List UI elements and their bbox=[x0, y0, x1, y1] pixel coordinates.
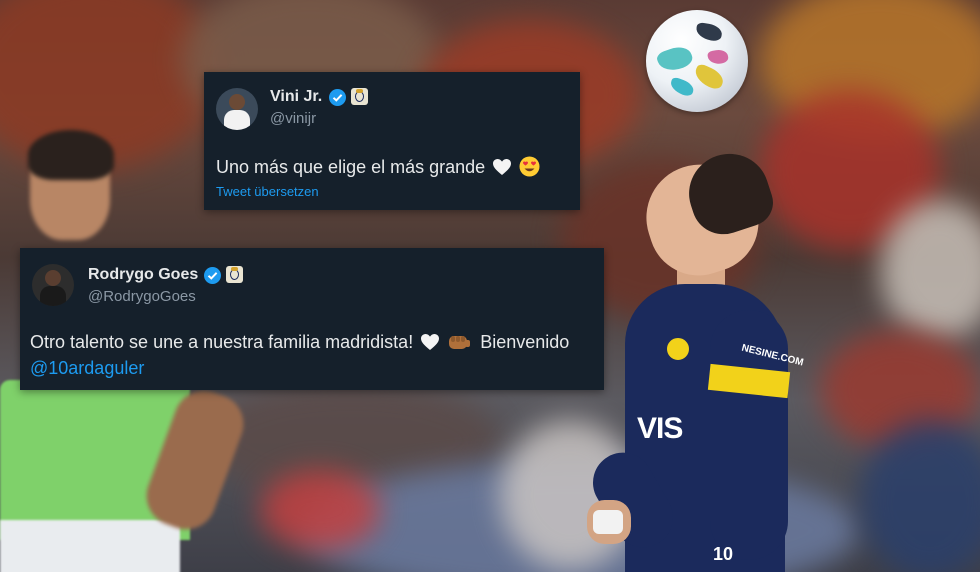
club-crest-icon bbox=[665, 336, 691, 362]
left-player-shorts bbox=[0, 520, 180, 572]
football bbox=[646, 10, 748, 112]
heart-eyes-icon bbox=[519, 156, 540, 182]
left-player-hair bbox=[28, 130, 114, 180]
tweet-card-rodrygo: Rodrygo Goes @RodrygoGoes Otro talento s… bbox=[20, 248, 604, 390]
crowd-blur bbox=[260, 470, 380, 550]
shirt-number: 10 bbox=[713, 544, 734, 564]
fist-bump-icon bbox=[447, 332, 471, 357]
tweet-text-content: Otro talento se une a nuestra familia ma… bbox=[30, 332, 414, 352]
tweet-text-suffix: Bienvenido bbox=[480, 332, 570, 352]
real-madrid-crest-icon bbox=[351, 88, 368, 105]
main-player: NESINE.COM VIS 10 bbox=[582, 143, 805, 572]
tweet-text: Uno más que elige el más grande bbox=[216, 156, 540, 182]
mention-link[interactable]: @10ardaguler bbox=[30, 358, 144, 379]
user-handle[interactable]: @vinijr bbox=[270, 110, 316, 127]
shirt-text: VIS bbox=[637, 412, 683, 445]
tweet-text: Otro talento se une a nuestra familia ma… bbox=[30, 332, 569, 357]
wrist-tape bbox=[593, 510, 623, 534]
tweet-card-vini: Vini Jr. @vinijr Uno más que elige el má… bbox=[204, 72, 580, 210]
translate-tweet-link[interactable]: Tweet übersetzen bbox=[216, 184, 319, 199]
display-name[interactable]: Vini Jr. bbox=[270, 88, 322, 106]
verified-badge-icon bbox=[204, 267, 221, 284]
avatar[interactable] bbox=[216, 88, 258, 130]
real-madrid-crest-icon bbox=[226, 266, 243, 283]
tweet-text-content: Uno más que elige el más grande bbox=[216, 157, 486, 177]
white-heart-icon bbox=[492, 158, 512, 181]
user-handle[interactable]: @RodrygoGoes bbox=[88, 288, 196, 305]
avatar[interactable] bbox=[32, 264, 74, 306]
verified-badge-icon bbox=[329, 89, 346, 106]
display-name[interactable]: Rodrygo Goes bbox=[88, 266, 198, 284]
white-heart-icon bbox=[420, 333, 440, 356]
